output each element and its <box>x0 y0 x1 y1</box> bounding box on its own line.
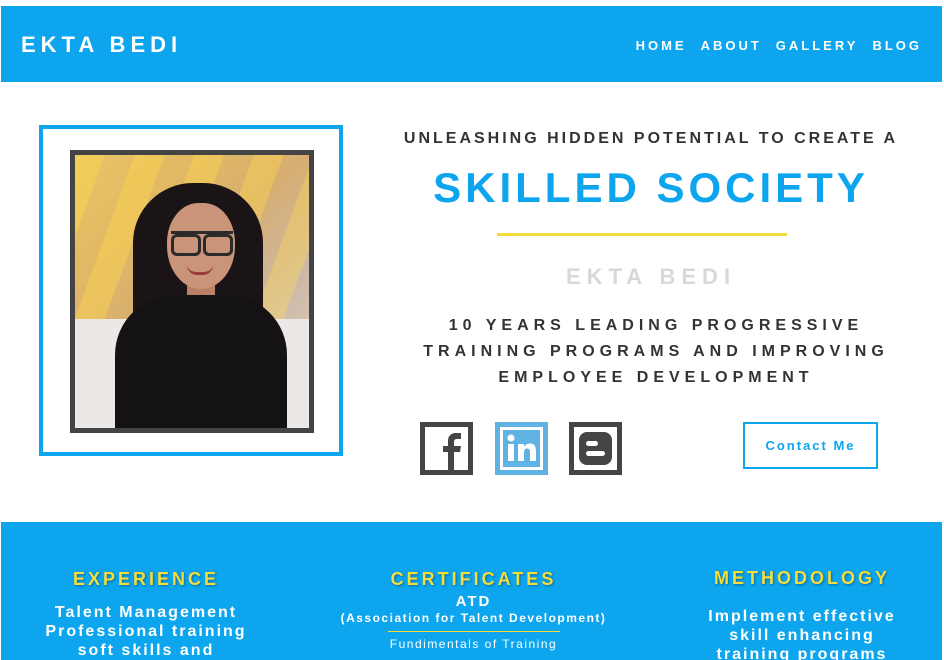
methodology-line: training programs <box>716 646 888 660</box>
hero-tagline: UNLEASHING HIDDEN POTENTIAL TO CREATE A <box>403 130 899 147</box>
linkedin-icon[interactable] <box>495 422 548 475</box>
hero-summary: 10 YEARS LEADING PROGRESSIVE TRAINING PR… <box>411 313 901 391</box>
methodology-title: METHODOLOGY <box>714 568 890 588</box>
facebook-icon[interactable] <box>420 422 473 475</box>
hero-name: EKTA BEDI <box>565 264 737 289</box>
blogger-icon[interactable] <box>569 422 622 475</box>
certificates-title: CERTIFICATES <box>390 569 557 589</box>
experience-line: Professional training <box>45 623 247 640</box>
certificate-name: ATD <box>455 593 492 610</box>
methodology-line: Implement effective <box>708 608 896 625</box>
profile-photo <box>70 150 314 433</box>
contact-me-button[interactable]: Contact Me <box>743 422 878 469</box>
features-section: EXPERIENCE Talent Management Professiona… <box>1 522 942 660</box>
nav-about[interactable]: ABOUT <box>701 38 762 53</box>
methodology-text: Implement effective skill enhancing trai… <box>661 607 942 660</box>
experience-line: Talent Management <box>54 604 238 621</box>
summary-line: EMPLOYEE DEVELOPMENT <box>498 369 814 386</box>
main-nav: HOME ABOUT GALLERY BLOG <box>636 38 922 53</box>
summary-line: TRAINING PROGRAMS AND IMPROVING <box>423 343 889 360</box>
nav-gallery[interactable]: GALLERY <box>776 38 859 53</box>
hero-section: UNLEASHING HIDDEN POTENTIAL TO CREATE A … <box>1 82 942 522</box>
experience-title: EXPERIENCE <box>72 569 220 589</box>
certificate-item: Fundimentals of Training <box>389 637 558 651</box>
summary-line: 10 YEARS LEADING PROGRESSIVE <box>448 317 864 334</box>
headline-divider <box>497 233 787 236</box>
nav-blog[interactable]: BLOG <box>872 38 922 53</box>
site-brand[interactable]: EKTA BEDI <box>21 32 182 58</box>
nav-home[interactable]: HOME <box>636 38 687 53</box>
profile-photo-frame <box>39 125 343 456</box>
experience-line: soft skills and <box>77 642 215 659</box>
certificate-divider <box>387 631 560 632</box>
hero-headline: SKILLED SOCIETY <box>433 164 869 211</box>
experience-text: Talent Management Professional training … <box>1 603 291 660</box>
methodology-column: METHODOLOGY Implement effective skill en… <box>661 522 942 660</box>
certificates-column: CERTIFICATES ATD (Association for Talent… <box>321 522 626 651</box>
certificate-org: (Association for Talent Development) <box>340 611 607 625</box>
experience-column: EXPERIENCE Talent Management Professiona… <box>1 522 291 660</box>
site-header: EKTA BEDI HOME ABOUT GALLERY BLOG <box>1 6 942 82</box>
methodology-line: skill enhancing <box>729 627 875 644</box>
